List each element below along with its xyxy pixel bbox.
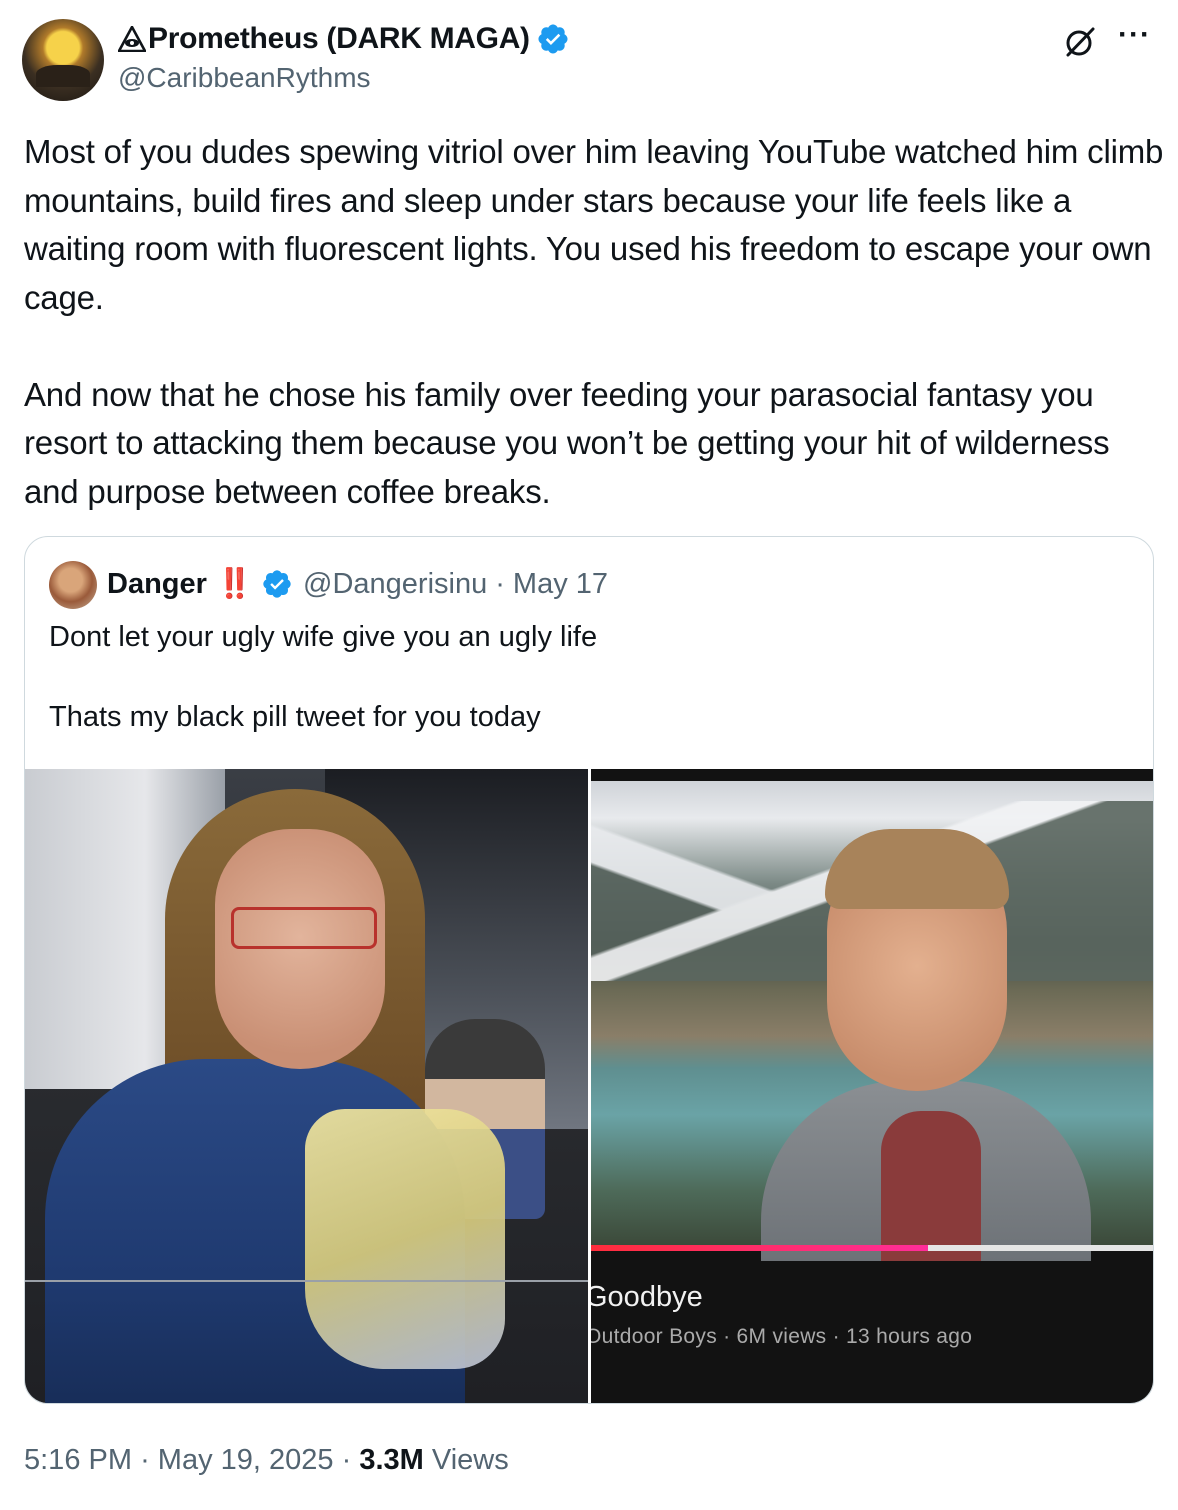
glasses-shape <box>231 907 377 949</box>
face-shape <box>215 829 385 1069</box>
quoted-media-video-thumbnail[interactable]: Goodbye Outdoor Boys · 6M views · 13 hou… <box>591 769 1153 1403</box>
quoted-tweet-text: Dont let your ugly wife give you an ugly… <box>49 621 598 733</box>
tweet-text: Most of you dudes spewing vitriol over h… <box>24 133 1164 510</box>
meta-separator: · <box>140 1444 150 1476</box>
plastic-bag-shape <box>305 1109 505 1369</box>
hair-shape <box>825 829 1009 909</box>
more-options-icon[interactable]: ··· <box>1118 20 1158 56</box>
author-display-name[interactable]: Prometheus (DARK MAGA) <box>118 22 570 56</box>
divider-line <box>25 1280 588 1282</box>
meta-separator: · <box>341 1444 352 1476</box>
views-label: Views <box>431 1444 509 1476</box>
views-count: 3.3M <box>359 1444 424 1476</box>
grok-icon[interactable] <box>1062 24 1098 60</box>
quoted-tweet[interactable]: Danger ‼️ @Dangerisinu · May 17 Dont let… <box>24 536 1154 1404</box>
tweet-date[interactable]: May 19, 2025 <box>158 1444 334 1476</box>
author-avatar[interactable] <box>22 19 104 101</box>
quoted-media-photo-woman[interactable] <box>25 769 588 1403</box>
author-handle[interactable]: @CaribbeanRythms <box>118 62 371 94</box>
eye-of-providence-icon <box>118 26 146 52</box>
quoted-author-avatar[interactable] <box>49 561 97 609</box>
quoted-author-handle[interactable]: @Dangerisinu <box>303 568 487 601</box>
quoted-tweet-header: Danger ‼️ @Dangerisinu · May 17 <box>107 567 608 601</box>
quoted-tweet-date[interactable]: May 17 <box>513 568 608 601</box>
quoted-author-name[interactable]: Danger <box>107 568 207 601</box>
author-name-text: Prometheus (DARK MAGA) <box>148 22 530 55</box>
tweet-time[interactable]: 5:16 PM <box>24 1444 132 1476</box>
video-title: Goodbye <box>591 1281 703 1313</box>
double-exclamation-emoji: ‼️ <box>216 568 253 600</box>
verified-badge-icon <box>538 24 568 54</box>
verified-badge-icon <box>263 570 291 598</box>
video-subtitle: Outdoor Boys · 6M views · 13 hours ago <box>591 1325 973 1348</box>
outdoor-scene-background <box>591 781 1153 1261</box>
tweet-footer: 5:16 PM · May 19, 2025 · 3.3M Views <box>24 1444 509 1477</box>
video-progress-bar <box>591 1245 1153 1251</box>
meta-separator: · <box>495 567 505 600</box>
video-progress-fill <box>591 1245 929 1251</box>
shirt-shape <box>881 1111 981 1261</box>
